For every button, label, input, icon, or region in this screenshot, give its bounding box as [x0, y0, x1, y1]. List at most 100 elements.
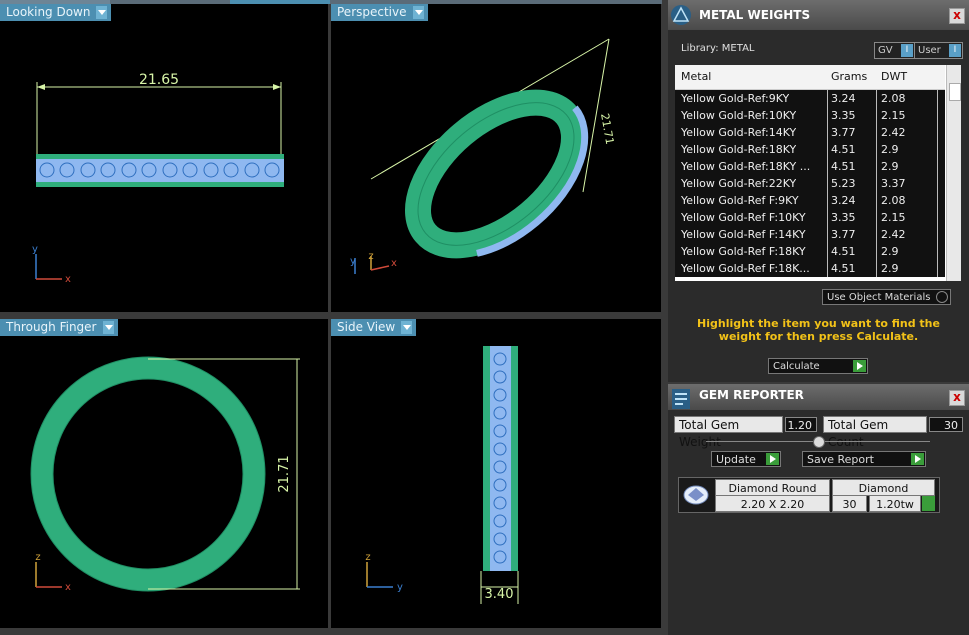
update-label: Update — [716, 453, 756, 466]
dwt-cell: 2.42 — [881, 228, 906, 241]
gv-label: GV — [878, 45, 893, 56]
viewport-perspective[interactable]: Perspective 21.71 y z x — [331, 4, 661, 312]
table-row[interactable]: Yellow Gold-Ref:22KY 5.23 3.37 — [675, 175, 945, 192]
table-header: Metal Grams DWT — [675, 65, 945, 90]
table-row[interactable]: Yellow Gold-Ref F:14KY 3.77 2.42 — [675, 226, 945, 243]
table-row[interactable]: Yellow Gold-Ref F:10KY 3.35 2.15 — [675, 209, 945, 226]
dwt-cell: 2.42 — [881, 126, 906, 139]
close-icon[interactable]: x — [949, 8, 965, 24]
gem-weight: 1.20tw — [869, 495, 921, 512]
dropdown-arrow-icon[interactable] — [412, 6, 424, 19]
viewport-looking-down[interactable]: Looking Down 21.65 y x — [0, 4, 328, 312]
grams-cell: 4.51 — [831, 160, 856, 173]
play-icon — [853, 360, 866, 372]
table-row[interactable]: Yellow Gold-Ref F:18KY 4.51 2.9 — [675, 243, 945, 260]
column-divider — [876, 192, 877, 209]
viewport-label[interactable]: Perspective — [331, 4, 428, 21]
column-divider — [827, 260, 828, 277]
user-toggle[interactable]: User I — [914, 42, 963, 59]
dwt-cell: 2.9 — [881, 245, 899, 258]
total-gem-count-label: Total Gem Count — [823, 416, 927, 449]
table-row[interactable]: Yellow Gold-Ref:18KY ... 4.51 2.9 — [675, 158, 945, 175]
dwt-cell: 2.15 — [881, 211, 906, 224]
dimension-label: 21.65 — [139, 72, 179, 88]
axis-label: y — [350, 256, 356, 267]
column-divider — [876, 124, 877, 141]
table-scrollbar[interactable] — [946, 65, 961, 281]
column-divider — [937, 107, 938, 124]
dwt-cell: 2.15 — [881, 109, 906, 122]
metal-cell: Yellow Gold-Ref F:14KY — [681, 228, 806, 241]
column-divider — [827, 141, 828, 158]
dwt-cell: 2.08 — [881, 194, 906, 207]
column-divider — [876, 175, 877, 192]
axis-label: z — [35, 552, 40, 563]
column-header-grams[interactable]: Grams — [831, 70, 867, 83]
grams-cell: 3.24 — [831, 92, 856, 105]
gv-toggle[interactable]: GV I — [874, 42, 915, 59]
play-icon[interactable] — [922, 496, 935, 511]
viewport-label[interactable]: Side View — [331, 319, 417, 336]
update-button[interactable]: Update — [711, 451, 781, 467]
table-row[interactable]: Yellow Gold-Ref:18KY 4.51 2.9 — [675, 141, 945, 158]
grams-cell: 3.35 — [831, 109, 856, 122]
gem-type: Diamond — [832, 479, 935, 496]
column-divider — [937, 175, 938, 192]
report-icon — [672, 389, 690, 409]
column-divider — [876, 141, 877, 158]
table-row[interactable]: Yellow Gold-Ref:10KY 3.35 2.15 — [675, 107, 945, 124]
column-divider — [876, 158, 877, 175]
viewport-label[interactable]: Looking Down — [0, 4, 112, 21]
column-divider — [827, 107, 828, 124]
viewport-through-finger[interactable]: Through Finger 21.71 z x — [0, 319, 328, 628]
slider-handle[interactable] — [813, 436, 825, 448]
column-divider — [827, 175, 828, 192]
side-view-render: 3.40 z y — [365, 346, 519, 604]
gem-size: 2.20 X 2.20 — [715, 495, 830, 512]
save-report-label: Save Report — [807, 453, 874, 466]
viewport-label-text: Side View — [337, 320, 396, 334]
grams-cell: 3.24 — [831, 194, 856, 207]
table-row[interactable]: Yellow Gold-Ref:14KY 3.77 2.42 — [675, 124, 945, 141]
dimension-label: 21.71 — [277, 455, 292, 492]
column-divider — [827, 124, 828, 141]
viewport-label-text: Through Finger — [6, 320, 97, 334]
viewport-side-view[interactable]: Side View 3.40 z y — [331, 319, 661, 628]
column-divider — [876, 260, 877, 277]
viewport-label[interactable]: Through Finger — [0, 319, 118, 336]
close-icon[interactable]: x — [949, 390, 965, 406]
axis-label: z — [365, 552, 370, 563]
grams-cell: 5.23 — [831, 177, 856, 190]
metal-cell: Yellow Gold-Ref:10KY — [681, 109, 797, 122]
metal-cell: Yellow Gold-Ref F:10KY — [681, 211, 806, 224]
metal-cell: Yellow Gold-Ref:18KY ... — [681, 160, 811, 173]
gem-entry-row[interactable]: Diamond Round 2.20 X 2.20 Diamond 30 1.2… — [678, 477, 940, 513]
scroll-thumb[interactable] — [949, 83, 961, 101]
dropdown-arrow-icon[interactable] — [401, 321, 413, 334]
table-row[interactable]: Yellow Gold-Ref F:9KY 3.24 2.08 — [675, 192, 945, 209]
column-header-dwt[interactable]: DWT — [881, 70, 907, 83]
user-toggle-mark: I — [949, 44, 961, 57]
column-divider — [937, 141, 938, 158]
dropdown-arrow-icon[interactable] — [96, 6, 108, 19]
panel-title: GEM REPORTER — [699, 388, 804, 402]
checkbox-icon — [936, 291, 948, 303]
grams-cell: 4.51 — [831, 245, 856, 258]
column-divider — [876, 209, 877, 226]
column-divider — [937, 243, 938, 260]
total-gem-count-value: 30 — [929, 417, 963, 432]
grams-cell: 4.51 — [831, 262, 856, 275]
table-row[interactable]: Yellow Gold-Ref:9KY 3.24 2.08 — [675, 90, 945, 107]
dropdown-arrow-icon[interactable] — [102, 321, 114, 334]
calculate-button[interactable]: Calculate — [768, 358, 868, 374]
use-object-materials-checkbox[interactable]: Use Object Materials — [822, 289, 951, 305]
metal-table[interactable]: Metal Grams DWT Yellow Gold-Ref:9KY 3.24 2… — [675, 65, 961, 281]
table-row[interactable]: Yellow Gold-Ref F:18K... 4.51 2.9 — [675, 260, 945, 277]
save-report-button[interactable]: Save Report — [802, 451, 926, 467]
axis-label: x — [65, 582, 71, 593]
axis-label: x — [391, 258, 397, 269]
dwt-cell: 2.08 — [881, 92, 906, 105]
column-header-metal[interactable]: Metal — [681, 70, 711, 83]
column-divider — [827, 192, 828, 209]
grams-cell: 4.51 — [831, 143, 856, 156]
